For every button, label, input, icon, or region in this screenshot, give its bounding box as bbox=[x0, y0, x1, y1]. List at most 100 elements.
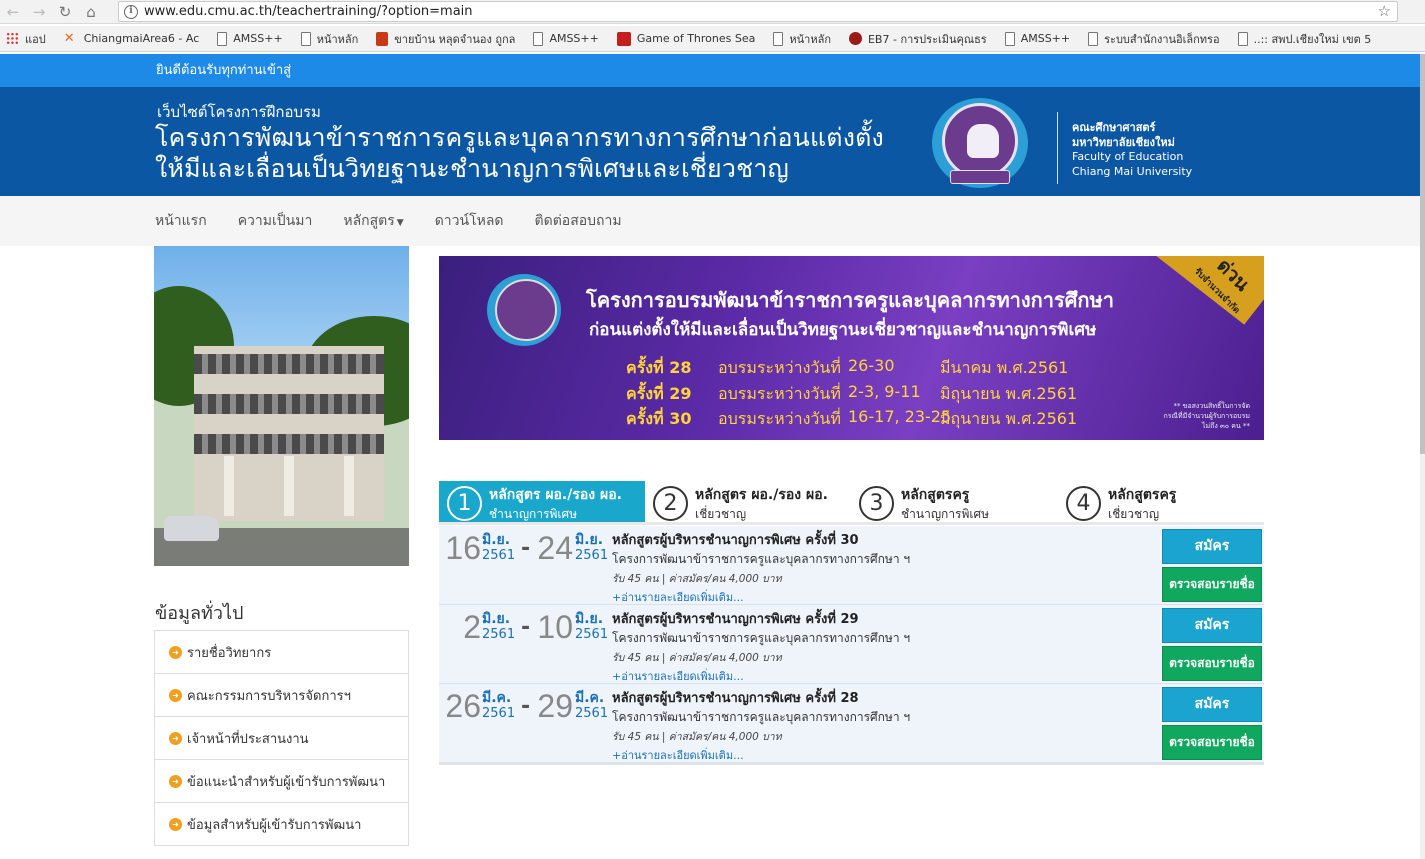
promo-banner[interactable]: โครงการอบรมพัฒนาข้าราชการครูและบุคลากรทา… bbox=[439, 256, 1264, 440]
arrow-right-icon: ➜ bbox=[169, 817, 182, 831]
date-dash: - bbox=[521, 536, 531, 561]
bookmark-item[interactable]: AMSS++ bbox=[217, 31, 283, 46]
check-list-button[interactable]: ตรวจสอบรายชื่อ bbox=[1162, 646, 1262, 681]
sidebar-item-guidelines[interactable]: ➜ ข้อแนะนำสำหรับผู้เข้ารับการพัฒนา bbox=[155, 760, 408, 803]
back-arrow-icon[interactable]: ← bbox=[0, 1, 26, 23]
bookmarks-bar: แอป ✕ ChiangmaiArea6 - Ac AMSS++ หน้าหลัก… bbox=[0, 26, 1425, 52]
scrollbar-thumb[interactable] bbox=[1420, 54, 1425, 454]
read-more-link[interactable]: +อ่านรายละเอียดเพิ่มเติม... bbox=[612, 588, 744, 606]
arrow-right-icon: ➜ bbox=[169, 688, 182, 702]
note-line: ** ขอสงวนสิทธิ์ในการจัด bbox=[1173, 402, 1250, 410]
bookmark-item[interactable]: หน้าหลัก bbox=[773, 30, 831, 48]
tab-number: 3 bbox=[859, 486, 894, 521]
apply-button[interactable]: สมัคร bbox=[1162, 608, 1262, 643]
pillar bbox=[344, 456, 354, 516]
read-more-link[interactable]: +อ่านรายละเอียดเพิ่มเติม... bbox=[612, 667, 744, 685]
bookmark-label: AMSS++ bbox=[233, 32, 283, 45]
course-item: 2 มิ.ย. 2561 - 10 มิ.ย. 2561 หลักสูตรผู้… bbox=[439, 605, 1264, 684]
bookmark-item[interactable]: ✕ ChiangmaiArea6 - Ac bbox=[64, 31, 200, 46]
bookmark-item[interactable]: Game of Thrones Sea bbox=[616, 31, 755, 46]
caret-down-icon: ▼ bbox=[396, 218, 404, 228]
bookmark-label: EB7 - การประเมินคุณธร bbox=[867, 32, 987, 46]
apply-button[interactable]: สมัคร bbox=[1162, 529, 1262, 564]
page-scrollbar[interactable] bbox=[1420, 54, 1425, 859]
bookmark-label: ChiangmaiArea6 - Ac bbox=[83, 32, 200, 45]
bookmark-label: ..:: สพป.เชียงใหม่ เขต 5 bbox=[1253, 32, 1372, 46]
welcome-bar: ยินดีต้อนรับทุกท่านเข้าสู่ bbox=[0, 54, 1420, 87]
menu-download[interactable]: ดาวน์โหลด bbox=[435, 210, 504, 232]
banner-line2: ก่อนแต่งตั้งให้มีและเลื่อนเป็นวิทยฐานะเช… bbox=[589, 320, 1097, 340]
site-subtitle: เว็บไซต์โครงการฝึกอบรม bbox=[157, 103, 321, 121]
course-title[interactable]: หลักสูตรผู้บริหารชำนาญการพิเศษ ครั้งที่ … bbox=[612, 608, 859, 629]
sidebar-item-label: รายชื่อวิทยากร bbox=[187, 645, 272, 661]
menu-history[interactable]: ความเป็นมา bbox=[238, 210, 313, 232]
sidebar-item-label: เจ้าหน้าที่ประสานงาน bbox=[187, 731, 309, 747]
window-band bbox=[194, 394, 384, 414]
info-icon[interactable]: i bbox=[124, 4, 138, 19]
address-bar[interactable]: i www.edu.cmu.ac.th/teachertraining/?opt… bbox=[118, 1, 1398, 22]
tab-admin-senior-professional[interactable]: 1 หลักสูตร ผอ./รอง ผอ. ชำนาญการพิเศษ bbox=[439, 481, 645, 522]
home-icon[interactable]: ⌂ bbox=[78, 1, 104, 23]
tab-subtitle: เชี่ยวชาญ bbox=[695, 507, 747, 521]
reload-icon[interactable]: ↻ bbox=[52, 1, 78, 23]
course-title[interactable]: หลักสูตรผู้บริหารชำนาญการพิเศษ ครั้งที่ … bbox=[612, 529, 859, 550]
sidebar-item-staff[interactable]: ➜ เจ้าหน้าที่ประสานงาน bbox=[155, 717, 408, 760]
bookmark-item[interactable]: หน้าหลัก bbox=[300, 30, 358, 48]
faculty-seal-logo bbox=[487, 274, 561, 346]
schedule-dates: 16-17, 23-25 bbox=[848, 407, 952, 426]
schedule-no: ครั้งที่ 29 bbox=[626, 384, 692, 403]
end-day: 24 bbox=[537, 530, 573, 566]
menu-contact[interactable]: ติดต่อสอบถาม bbox=[535, 210, 622, 232]
course-item: 16 มิ.ย. 2561 - 24 มิ.ย. 2561 หลักสูตรผู… bbox=[439, 526, 1264, 605]
sidebar-title: ข้อมูลทั่วไป bbox=[155, 603, 244, 624]
bookmark-label: ระบบสำนักงานอิเล็กทรอ bbox=[1104, 32, 1220, 46]
read-more-link[interactable]: +อ่านรายละเอียดเพิ่มเติม... bbox=[612, 746, 744, 764]
schedule-dates: 26-30 bbox=[848, 356, 895, 375]
apply-button[interactable]: สมัคร bbox=[1162, 687, 1262, 722]
building-photo bbox=[154, 246, 409, 566]
schedule-dates: 2-3, 9-11 bbox=[848, 382, 921, 401]
schedule-label: อบรมระหว่างวันที่ bbox=[718, 384, 841, 403]
divider bbox=[1057, 112, 1058, 184]
url-text[interactable]: www.edu.cmu.ac.th/teachertraining/?optio… bbox=[144, 4, 473, 19]
faculty-seal-logo[interactable] bbox=[932, 98, 1028, 188]
forward-arrow-icon[interactable]: → bbox=[26, 1, 52, 23]
faculty-th-line1: คณะศึกษาศาสตร์ bbox=[1072, 121, 1156, 134]
date-dash: - bbox=[521, 694, 531, 719]
bookmark-item[interactable]: ระบบสำนักงานอิเล็กทรอ bbox=[1088, 30, 1220, 48]
schedule-month: มิถุนายน พ.ศ.2561 bbox=[940, 384, 1078, 403]
start-day: 2 bbox=[463, 609, 481, 645]
pillar bbox=[284, 456, 294, 516]
sidebar-item-committee[interactable]: ➜ คณะกรรมการบริหารจัดการฯ bbox=[155, 674, 408, 717]
course-title[interactable]: หลักสูตรผู้บริหารชำนาญการพิเศษ ครั้งที่ … bbox=[612, 687, 859, 708]
tab-number: 4 bbox=[1066, 486, 1101, 521]
check-list-button[interactable]: ตรวจสอบรายชื่อ bbox=[1162, 725, 1262, 760]
schedule-no: ครั้งที่ 28 bbox=[626, 358, 692, 377]
bookmark-item[interactable]: EB7 - การประเมินคุณธร bbox=[848, 30, 987, 48]
tab-subtitle: ชำนาญการพิเศษ bbox=[901, 507, 990, 521]
sidebar-item-participant-info[interactable]: ➜ ข้อมูลสำหรับผู้เข้ารับการพัฒนา bbox=[155, 803, 408, 846]
banner-line1: โครงการอบรมพัฒนาข้าราชการครูและบุคลากรทา… bbox=[586, 288, 1114, 312]
tab-teacher-senior-professional[interactable]: 3 หลักสูตรครู ชำนาญการพิเศษ bbox=[851, 481, 1057, 522]
arrow-right-icon: ➜ bbox=[169, 774, 182, 788]
bookmark-item[interactable]: AMSS++ bbox=[1004, 31, 1070, 46]
tab-teacher-expert[interactable]: 4 หลักสูตรครู เชี่ยวชาญ bbox=[1058, 481, 1264, 522]
bookmark-item[interactable]: ..:: สพป.เชียงใหม่ เขต 5 bbox=[1237, 30, 1372, 48]
bookmark-item[interactable]: AMSS++ bbox=[533, 31, 599, 46]
end-day: 29 bbox=[537, 688, 573, 724]
faculty-en-line1: Faculty of Education bbox=[1072, 150, 1184, 163]
end-year: 2561 bbox=[575, 548, 609, 563]
menu-courses[interactable]: หลักสูตร ▼ bbox=[343, 210, 403, 232]
bookmark-item[interactable]: ขายบ้าน หลุดจำนอง ถูกล bbox=[376, 30, 515, 48]
bookmark-star-icon[interactable]: ☆ bbox=[1378, 2, 1391, 20]
menu-home[interactable]: หน้าแรก bbox=[155, 210, 207, 232]
bookmark-apps[interactable]: แอป bbox=[6, 30, 46, 48]
tab-admin-expert[interactable]: 2 หลักสูตร ผอ./รอง ผอ. เชี่ยวชาญ bbox=[645, 481, 851, 522]
faculty-en-line2: Chiang Mai University bbox=[1072, 164, 1193, 178]
course-fee: รับ 45 คน | ค่าสมัคร/คน 4,000 บาท bbox=[612, 731, 782, 743]
window-band bbox=[194, 434, 384, 454]
page-icon bbox=[533, 31, 544, 46]
faculty-name: คณะศึกษาศาสตร์ มหาวิทยาลัยเชียงใหม่ Facu… bbox=[1072, 121, 1192, 179]
sidebar-item-speakers[interactable]: ➜ รายชื่อวิทยากร bbox=[155, 631, 408, 674]
check-list-button[interactable]: ตรวจสอบรายชื่อ bbox=[1162, 567, 1262, 602]
